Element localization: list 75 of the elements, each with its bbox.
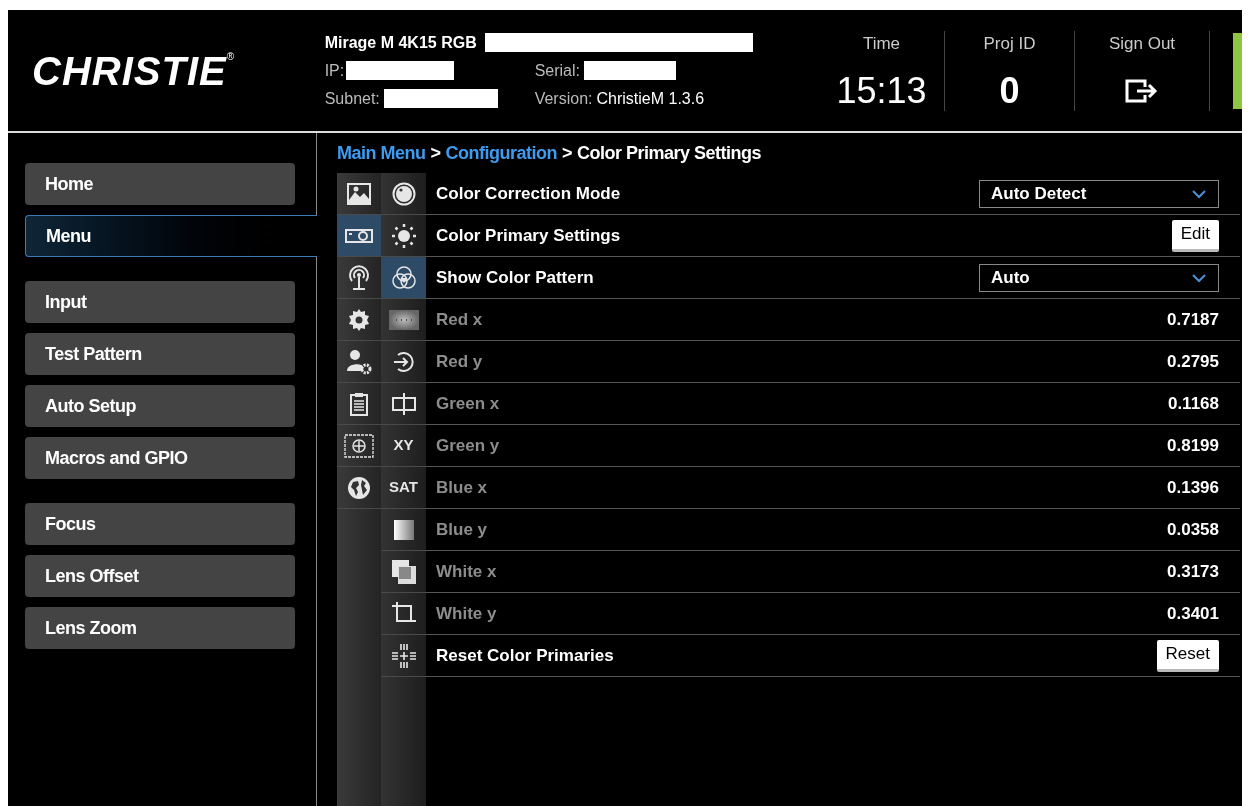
chevron-down-icon [1191,188,1207,199]
target-icon [344,433,374,458]
setting-label: Color Correction Mode [436,182,621,205]
setting-label: Green y [436,434,500,457]
action-button[interactable]: Edit [1171,219,1219,252]
nav-item[interactable]: Input [25,281,295,323]
breadcrumb-separator: > [562,141,572,165]
breadcrumb-link[interactable]: Main Menu [337,139,426,167]
dotted-bar-icon [388,309,419,330]
gradient-square-icon [392,518,415,541]
setting-label: Color Primary Settings [436,224,621,247]
breadcrumb-link[interactable]: Configuration [445,139,557,167]
ip-label: IP: [324,60,345,81]
crosshair-lines-icon [390,642,417,669]
input-arrow-icon [391,349,416,374]
nav-item[interactable]: Lens Zoom [25,607,295,649]
chevron-down-icon [1191,272,1207,283]
menu-tab[interactable] [381,257,426,299]
setting-label: Red x [436,308,483,331]
menu-tab[interactable]: XY [381,425,426,467]
setting-label: Show Color Pattern [436,266,594,289]
setting-label: Reset Color Primaries [436,644,614,667]
setting-value: 0.2795 [1167,350,1219,373]
setting-label: White x [436,560,497,583]
clipboard-icon [349,391,369,416]
sun-icon [390,222,417,249]
nav-item[interactable]: Home [25,163,295,205]
action-button[interactable]: Reset [1156,639,1219,672]
projector-id: 0 [999,70,1020,111]
setting-value: 0.3173 [1167,560,1219,583]
clock-time: 15:13 [836,70,927,111]
setting-label: Blue y [436,518,488,541]
nav-item[interactable]: Focus [25,503,295,545]
menu-tab[interactable]: SAT [381,467,426,509]
brand-logo: CHRISTIE [32,47,227,95]
registered-mark: ® [226,49,235,62]
setting-label: Green x [436,392,500,415]
nav-item[interactable]: Test Pattern [25,333,295,375]
version-label: Version: [534,88,593,109]
sign-out-icon[interactable] [1125,78,1159,103]
model-name: Mirage M 4K15 RGB [324,32,477,53]
sign-out-label: Sign Out [1108,32,1176,55]
globe-icon [347,475,371,500]
setting-value: 0.7187 [1167,308,1219,331]
serial-label: Serial: [534,60,580,81]
setting-value: 0.1168 [1167,392,1219,415]
setting-value: 0.1396 [1167,476,1219,499]
nav-item[interactable]: Lens Offset [25,555,295,597]
setting-value: 0.0358 [1167,518,1219,541]
user-gear-icon [346,348,372,375]
split-frame-icon [390,391,417,416]
overlapping-circles-icon [390,264,417,291]
nav-item[interactable]: Auto Setup [25,385,295,427]
breadcrumb-separator: > [430,141,441,165]
dropdown[interactable]: Auto Detect [979,179,1219,208]
projector-icon [345,226,373,245]
subnet-label: Subnet: [324,88,380,109]
menu-tab[interactable] [337,215,381,257]
image-icon [347,182,371,205]
time-label: Time [862,32,901,55]
setting-label: Red y [436,350,483,373]
gear-icon [347,307,371,332]
breadcrumb-current: Color Primary Settings [577,141,762,165]
projector-id-label: Proj ID [983,32,1036,55]
antenna-icon [347,264,371,291]
setting-label: White y [436,602,497,625]
overlapping-squares-icon [390,558,417,585]
setting-label: Blue x [436,476,488,499]
version-number: ChristieM 1.3.6 [596,88,705,109]
nav-item[interactable]: Macros and GPIO [25,437,295,479]
nav-item[interactable]: Menu [25,215,317,257]
dropdown[interactable]: Auto [979,263,1219,292]
circle-icon [391,181,416,206]
setting-value: 0.3401 [1167,602,1219,625]
setting-value: 0.8199 [1167,434,1219,457]
